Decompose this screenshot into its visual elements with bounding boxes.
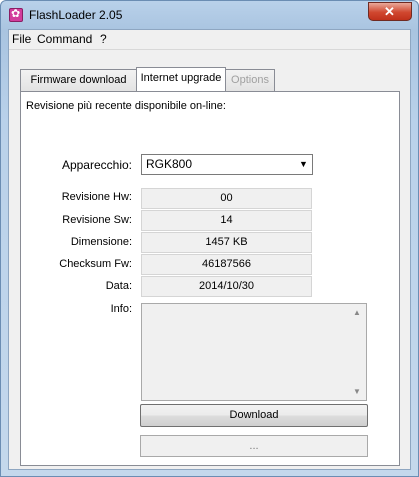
hw-revision-label: Revisione Hw: [61,191,132,203]
date-field: 2014/10/30 [141,276,312,297]
scroll-up-icon[interactable]: ▲ [353,308,361,317]
latest-revision-heading: Revisione più recente disponibile on-lin… [26,100,226,112]
size-label: Dimensione: [70,236,132,248]
tab-firmware-download[interactable]: Firmware download [20,69,137,91]
date-label: Data: [105,280,132,292]
client-area: File Command ? Firmware download Interne… [8,29,411,470]
device-select-value: RGK800 [146,157,193,171]
close-button[interactable] [368,2,412,21]
checksum-field: 46187566 [141,254,312,275]
sw-revision-field: 14 [141,210,312,231]
device-label: Apparecchio: [61,158,132,172]
info-label: Info: [110,303,132,315]
title-bar[interactable]: FlashLoader 2.05 [1,1,418,29]
window-title: FlashLoader 2.05 [29,8,123,22]
device-select[interactable]: RGK800 ▼ [141,154,313,175]
size-field: 1457 KB [141,232,312,253]
app-icon [9,7,23,22]
menu-command[interactable]: Command [37,32,92,46]
chevron-down-icon[interactable]: ▼ [295,155,312,174]
tab-options[interactable]: Options [225,69,275,91]
hw-revision-field: 00 [141,188,312,209]
checksum-label: Checksum Fw: [59,258,132,270]
info-textarea[interactable]: ▲ ▼ [141,303,367,401]
flashloader-window: FlashLoader 2.05 File Command ? Firmware… [0,0,419,477]
tab-internet-upgrade[interactable]: Internet upgrade [136,67,226,91]
info-scrollbar[interactable]: ▲ ▼ [350,304,366,400]
menu-file[interactable]: File [12,32,31,46]
sw-revision-label: Revisione Sw: [62,214,132,226]
menu-help[interactable]: ? [100,32,107,46]
menu-bar: File Command ? [9,30,410,50]
scroll-down-icon[interactable]: ▼ [353,387,361,396]
status-box: ... [140,435,368,457]
download-button[interactable]: Download [140,404,368,427]
